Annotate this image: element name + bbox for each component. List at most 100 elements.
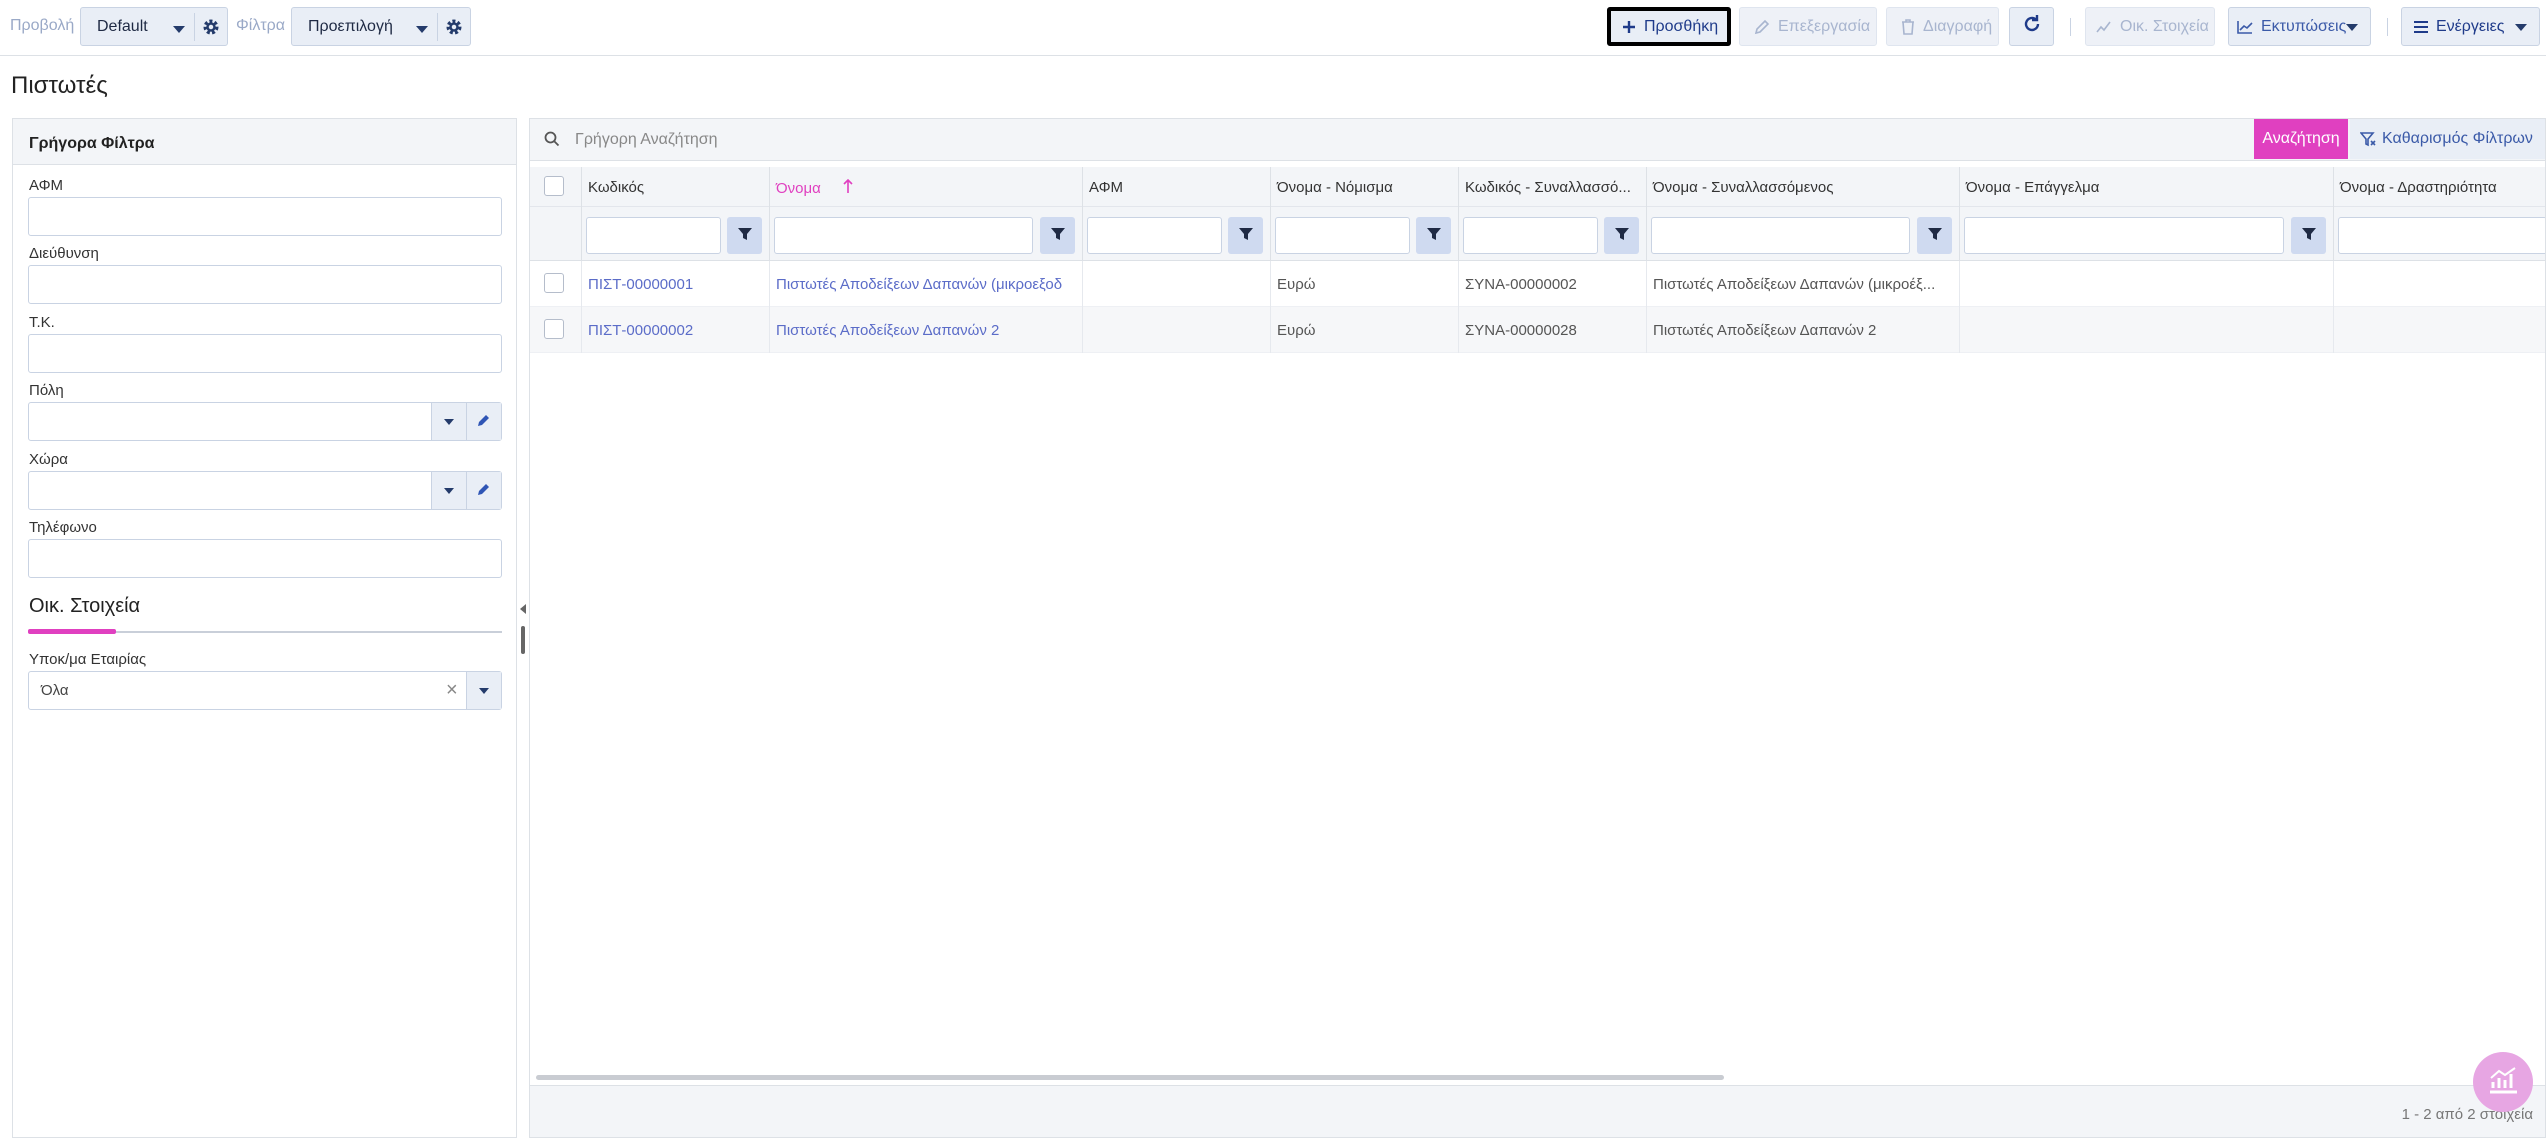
column-header-activity[interactable]: Όνομα - Δραστηριότητα	[2334, 167, 2545, 207]
actions-button[interactable]: Ενέργειες	[2401, 7, 2540, 46]
chevron-down-icon	[444, 487, 454, 494]
select-all-checkbox[interactable]	[544, 176, 564, 196]
cell-name[interactable]: Πιστωτές Αποδείξεων Δαπανών (μικροεξοδ	[770, 261, 1083, 307]
filter-icon	[1238, 227, 1253, 245]
refresh-button[interactable]	[2009, 7, 2054, 46]
sort-ascending-icon	[843, 178, 853, 197]
cell-code[interactable]: ΠΙΣΤ-00000001	[582, 261, 770, 307]
filters-label: Φίλτρα	[236, 17, 285, 34]
prints-button[interactable]: Εκτυπώσεις	[2228, 7, 2371, 46]
country-edit-button[interactable]	[466, 472, 501, 509]
refresh-icon	[2022, 14, 2042, 39]
filter-input-partner-code[interactable]	[1463, 217, 1598, 254]
page-title: Πιστωτές	[11, 72, 108, 99]
chart-line-icon	[2237, 20, 2253, 34]
company-branch-dropdown-button[interactable]	[466, 672, 501, 709]
filter-button-partner-name[interactable]	[1917, 217, 1952, 254]
clear-filters-button[interactable]: Καθαρισμός Φίλτρων	[2350, 119, 2545, 159]
clear-icon[interactable]: ×	[446, 679, 458, 702]
postal-code-label: Τ.Κ.	[29, 314, 55, 331]
chart-icon	[2487, 1066, 2519, 1098]
financial-button-label: Οικ. Στοιχεία	[2120, 17, 2209, 35]
filter-input-code[interactable]	[586, 217, 721, 254]
chevron-down-icon	[2515, 24, 2527, 31]
column-header-afm[interactable]: ΑΦΜ	[1083, 167, 1271, 207]
view-select-value: Default	[97, 18, 148, 35]
edit-button-label: Επεξεργασία	[1778, 17, 1871, 35]
delete-button[interactable]: Διαγραφή	[1886, 7, 1999, 46]
filter-button-code[interactable]	[727, 217, 762, 254]
company-branch-label: Υποκ/μα Εταιρίας	[29, 651, 147, 668]
cell-partner-code: ΣΥΝΑ-00000028	[1459, 307, 1647, 353]
filter-icon	[737, 227, 752, 245]
gear-icon[interactable]	[201, 17, 221, 41]
city-edit-button[interactable]	[466, 403, 501, 440]
row-checkbox[interactable]	[544, 319, 564, 339]
add-button[interactable]: Προσθήκη	[1607, 7, 1731, 46]
cell-partner-name: Πιστωτές Αποδείξεων Δαπανών (μικροέξ...	[1647, 261, 1960, 307]
cell-currency: Ευρώ	[1271, 261, 1459, 307]
cell-code[interactable]: ΠΙΣΤ-00000002	[582, 307, 770, 353]
filter-button-afm[interactable]	[1228, 217, 1263, 254]
gear-icon[interactable]	[444, 17, 464, 41]
filter-button-profession[interactable]	[2291, 217, 2326, 254]
menu-icon	[2414, 20, 2428, 33]
quick-search-input[interactable]: Γρήγορη Αναζήτηση	[575, 131, 718, 149]
country-combobox[interactable]	[28, 471, 502, 510]
filter-button-partner-code[interactable]	[1604, 217, 1639, 254]
column-header-name[interactable]: Όνομα	[770, 167, 1083, 207]
cell-afm	[1083, 307, 1271, 353]
filter-input-partner-name[interactable]	[1651, 217, 1910, 254]
table-row[interactable]: ΠΙΣΤ-00000002 Πιστωτές Αποδείξεων Δαπανώ…	[530, 307, 2545, 353]
filters-select[interactable]: Προεπιλογή	[291, 7, 471, 46]
view-select[interactable]: Default	[80, 7, 228, 46]
grid-footer: 1 - 2 από 2 στοιχεία	[530, 1085, 2545, 1137]
chevron-down-icon	[479, 687, 489, 694]
filter-input-activity[interactable]	[2338, 217, 2545, 254]
cell-partner-code: ΣΥΝΑ-00000002	[1459, 261, 1647, 307]
splitter-handle[interactable]	[521, 626, 525, 654]
analytics-fab-button[interactable]	[2473, 1052, 2533, 1112]
row-checkbox[interactable]	[544, 273, 564, 293]
column-header-currency[interactable]: Όνομα - Νόμισμα	[1271, 167, 1459, 207]
filter-input-currency[interactable]	[1275, 217, 1410, 254]
filter-input-afm[interactable]	[1087, 217, 1222, 254]
filter-button-currency[interactable]	[1416, 217, 1451, 254]
company-branch-combobox[interactable]: Όλα ×	[28, 671, 502, 710]
filter-input-name[interactable]	[774, 217, 1033, 254]
section-divider-accent	[28, 629, 116, 634]
grid-header-row: Κωδικός Όνομα ΑΦΜ Όνομα - Νόμισμα Κωδικό…	[530, 167, 2545, 207]
cell-name[interactable]: Πιστωτές Αποδείξεων Δαπανών 2	[770, 307, 1083, 353]
filter-input-profession[interactable]	[1964, 217, 2284, 254]
filter-button-name[interactable]	[1040, 217, 1075, 254]
financial-button[interactable]: Οικ. Στοιχεία	[2085, 7, 2215, 46]
search-button[interactable]: Αναζήτηση	[2254, 119, 2348, 159]
table-row[interactable]: ΠΙΣΤ-00000001 Πιστωτές Αποδείξεων Δαπανώ…	[530, 261, 2545, 307]
horizontal-scrollbar[interactable]	[536, 1075, 1724, 1080]
plus-icon	[1622, 20, 1636, 34]
city-dropdown-button[interactable]	[431, 403, 466, 440]
panel-splitter[interactable]	[517, 118, 529, 1138]
chevron-down-icon	[416, 26, 428, 33]
afm-input[interactable]	[28, 197, 502, 236]
quick-search-bar: Γρήγορη Αναζήτηση Αναζήτηση Καθαρισμός Φ…	[530, 119, 2545, 161]
chart-line-icon	[2096, 20, 2112, 34]
column-header-partner-name[interactable]: Όνομα - Συναλλασσόμενος	[1647, 167, 1960, 207]
postal-code-input[interactable]	[28, 334, 502, 373]
phone-label: Τηλέφωνο	[29, 519, 97, 536]
prints-button-label: Εκτυπώσεις	[2261, 17, 2347, 35]
column-header-code[interactable]: Κωδικός	[582, 167, 770, 207]
address-input[interactable]	[28, 265, 502, 304]
phone-input[interactable]	[28, 539, 502, 578]
quick-filters-header: Γρήγορα Φίλτρα	[13, 119, 516, 165]
afm-label: ΑΦΜ	[29, 177, 64, 194]
collapse-left-icon[interactable]	[520, 604, 526, 614]
edit-button[interactable]: Επεξεργασία	[1739, 7, 1877, 46]
column-header-partner-code[interactable]: Κωδικός - Συναλλασσό...	[1459, 167, 1647, 207]
cell-activity	[2334, 307, 2545, 353]
filter-icon	[2301, 227, 2316, 245]
cell-activity	[2334, 261, 2545, 307]
column-header-profession[interactable]: Όνομα - Επάγγελμα	[1960, 167, 2334, 207]
country-dropdown-button[interactable]	[431, 472, 466, 509]
city-combobox[interactable]	[28, 402, 502, 441]
